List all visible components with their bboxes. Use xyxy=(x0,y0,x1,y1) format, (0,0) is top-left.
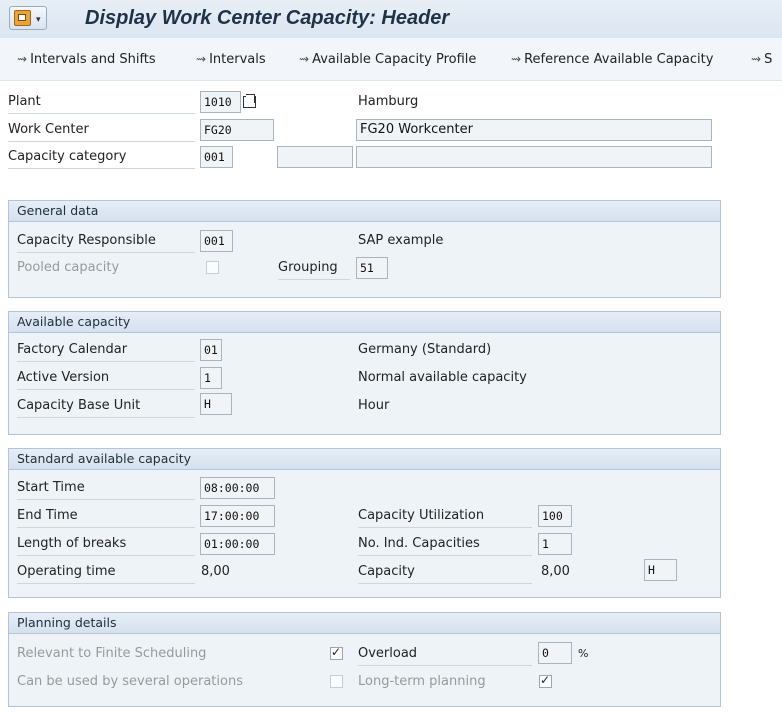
no-ind-capacities-field[interactable]: 1 xyxy=(538,533,572,555)
capacity-value: 8,00 xyxy=(541,564,570,579)
capacity-label: Capacity xyxy=(358,561,532,584)
capacity-base-unit-label: Capacity Base Unit xyxy=(17,395,195,418)
capacity-category-field-2 xyxy=(277,146,353,168)
plant-label: Plant xyxy=(8,91,195,114)
matchcode-icon[interactable] xyxy=(243,94,257,108)
finite-scheduling-checkbox[interactable] xyxy=(330,645,343,660)
goto-icon: ⇝ xyxy=(17,52,28,66)
group-title: General data xyxy=(9,201,720,222)
start-time-field[interactable]: 08:00:00 xyxy=(200,477,275,499)
button-label: Reference Available Capacity xyxy=(524,52,714,67)
page-title: Display Work Center Capacity: Header xyxy=(85,7,450,29)
button-label: S xyxy=(764,52,773,67)
several-operations-label: Can be used by several operations xyxy=(17,674,243,689)
active-version-label: Active Version xyxy=(17,367,195,390)
work-center-description-field: FG20 Workcenter xyxy=(356,119,712,141)
sap-menu-button[interactable]: ▾ xyxy=(9,6,47,30)
intervals-and-shifts-button[interactable]: ⇝ Intervals and Shifts xyxy=(17,38,156,80)
button-label: Available Capacity Profile xyxy=(312,52,477,67)
start-time-label: Start Time xyxy=(17,477,195,500)
toolbar-overflow-button[interactable]: ⇝ S xyxy=(751,38,772,80)
length-of-breaks-field[interactable]: 01:00:00 xyxy=(200,533,275,555)
group-title: Standard available capacity xyxy=(9,449,720,470)
overload-field[interactable]: 0 xyxy=(538,642,572,664)
overload-unit: % xyxy=(578,647,589,660)
long-term-planning-checkbox[interactable] xyxy=(539,673,552,688)
group-title: Planning details xyxy=(9,613,720,634)
goto-icon: ⇝ xyxy=(196,52,207,66)
capacity-category-field-3 xyxy=(356,146,712,168)
application-toolbar: ⇝ Intervals and Shifts ⇝ Intervals ⇝ Availa… xyxy=(0,38,782,81)
several-operations-checkbox[interactable] xyxy=(330,675,343,688)
available-capacity-profile-button[interactable]: ⇝ Available Capacity Profile xyxy=(299,38,476,80)
capacity-responsible-field[interactable]: 001 xyxy=(200,230,233,252)
capacity-base-unit-field[interactable]: H xyxy=(200,393,232,415)
group-title: Available capacity xyxy=(9,312,720,333)
operating-time-value: 8,00 xyxy=(201,564,230,579)
factory-calendar-description: Germany (Standard) xyxy=(358,342,492,357)
button-label: Intervals and Shifts xyxy=(30,52,156,67)
sap-menu-icon xyxy=(14,10,31,26)
factory-calendar-label: Factory Calendar xyxy=(17,339,195,362)
plant-description: Hamburg xyxy=(358,94,419,109)
reference-available-capacity-button[interactable]: ⇝ Reference Available Capacity xyxy=(511,38,713,80)
overload-label: Overload xyxy=(358,643,532,666)
factory-calendar-field[interactable]: 01 xyxy=(200,339,222,361)
work-center-label: Work Center xyxy=(8,119,195,142)
grouping-label: Grouping xyxy=(278,257,350,280)
goto-icon: ⇝ xyxy=(299,52,310,66)
long-term-planning-label: Long-term planning xyxy=(358,674,486,689)
plant-field[interactable]: 1010 xyxy=(200,91,241,113)
pooled-capacity-label: Pooled capacity xyxy=(17,260,120,275)
length-of-breaks-label: Length of breaks xyxy=(17,533,195,556)
capacity-category-field[interactable]: 001 xyxy=(200,146,233,168)
capacity-responsible-description: SAP example xyxy=(358,233,444,248)
goto-icon: ⇝ xyxy=(511,52,522,66)
button-label: Intervals xyxy=(209,52,266,67)
finite-scheduling-label: Relevant to Finite Scheduling xyxy=(17,646,207,661)
end-time-label: End Time xyxy=(17,505,195,528)
capacity-base-unit-description: Hour xyxy=(358,398,390,413)
active-version-description: Normal available capacity xyxy=(358,370,527,385)
operating-time-label: Operating time xyxy=(17,561,195,584)
end-time-field[interactable]: 17:00:00 xyxy=(200,505,275,527)
chevron-down-icon: ▾ xyxy=(36,15,41,25)
grouping-field[interactable]: 51 xyxy=(356,257,388,279)
work-center-field[interactable]: FG20 xyxy=(200,119,274,141)
pooled-capacity-checkbox[interactable] xyxy=(206,261,219,274)
capacity-utilization-field[interactable]: 100 xyxy=(538,505,572,527)
intervals-button[interactable]: ⇝ Intervals xyxy=(196,38,266,80)
capacity-utilization-label: Capacity Utilization xyxy=(358,505,532,528)
no-ind-capacities-label: No. Ind. Capacities xyxy=(358,533,532,556)
capacity-category-label: Capacity category xyxy=(8,146,195,169)
capacity-unit-field[interactable]: H xyxy=(644,559,677,581)
goto-icon: ⇝ xyxy=(751,52,762,66)
capacity-responsible-label: Capacity Responsible xyxy=(17,230,195,253)
active-version-field[interactable]: 1 xyxy=(200,367,222,389)
